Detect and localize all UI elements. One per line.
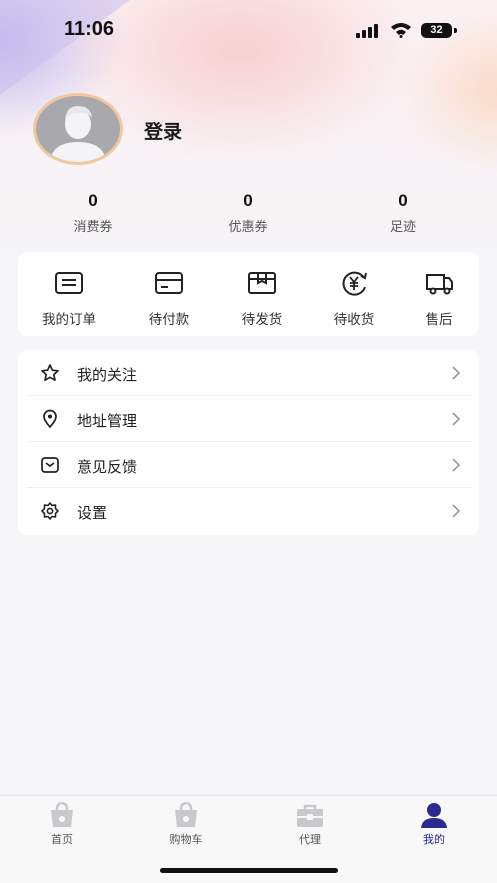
gear-icon — [41, 502, 59, 520]
order-label: 售后 — [425, 312, 453, 328]
chevron-right-icon — [452, 458, 461, 472]
feedback-icon — [41, 457, 59, 473]
stat-consumption-vouchers[interactable]: 0 消费券 — [43, 190, 143, 235]
stat-footprints[interactable]: 0 足迹 — [353, 190, 453, 235]
menu-item-feedback[interactable]: 意见反馈 — [26, 442, 471, 488]
battery-tip — [454, 28, 457, 33]
menu-item-label: 意见反馈 — [77, 458, 138, 476]
menu-item-settings[interactable]: 设置 — [26, 488, 471, 534]
avatar-placeholder — [36, 96, 120, 162]
bag-icon — [175, 802, 197, 827]
stat-label: 消费券 — [73, 220, 113, 235]
order-all-button[interactable]: 我的订单 — [29, 270, 109, 328]
order-list-icon — [55, 272, 83, 294]
stat-label: 足迹 — [389, 220, 416, 235]
stat-value: 0 — [398, 191, 408, 210]
stat-label: 优惠券 — [228, 220, 268, 235]
chevron-right-icon — [452, 366, 461, 380]
tab-mine[interactable]: 我的 — [394, 802, 474, 847]
menu-item-label: 设置 — [77, 504, 108, 522]
battery-level: 32 — [421, 23, 452, 38]
order-pending-receipt-button[interactable]: 待收货 — [314, 270, 394, 328]
menu-card: 我的关注 地址管理 意见反馈 设置 — [18, 350, 479, 535]
tab-label: 代理 — [299, 833, 321, 846]
card-icon — [155, 272, 183, 294]
status-time: 11:06 — [64, 18, 115, 40]
home-indicator — [160, 868, 338, 873]
orders-card: 我的订单 待付款 待发货 待收货 售后 — [18, 252, 479, 336]
default-user-icon — [50, 106, 106, 162]
login-link[interactable]: 登录 — [144, 117, 182, 144]
tab-label: 我的 — [423, 833, 445, 846]
cellular-signal-icon — [356, 24, 378, 38]
order-pending-shipment-button[interactable]: 待发货 — [222, 270, 302, 328]
chevron-right-icon — [452, 412, 461, 426]
star-icon — [41, 364, 59, 382]
order-label: 待收货 — [333, 312, 375, 328]
avatar[interactable] — [33, 93, 123, 165]
menu-item-label: 地址管理 — [77, 412, 138, 430]
battery-indicator: 32 — [421, 23, 457, 38]
order-label: 我的订单 — [42, 312, 96, 328]
status-bar: 11:06 32 — [0, 0, 497, 60]
order-label: 待付款 — [148, 312, 190, 328]
tab-home[interactable]: 首页 — [22, 802, 102, 847]
chevron-right-icon — [452, 504, 461, 518]
order-after-sales-button[interactable]: 售后 — [399, 270, 479, 328]
user-icon — [421, 803, 447, 828]
menu-item-my-follows[interactable]: 我的关注 — [26, 350, 471, 396]
stat-value: 0 — [88, 191, 98, 210]
tab-label: 购物车 — [169, 833, 203, 846]
box-icon — [248, 272, 276, 294]
wifi-icon — [391, 23, 411, 38]
stat-value: 0 — [243, 191, 253, 210]
menu-item-label: 我的关注 — [77, 366, 138, 384]
toolbox-icon — [297, 804, 323, 827]
tab-agent[interactable]: 代理 — [270, 802, 350, 847]
order-label: 待发货 — [241, 312, 283, 328]
yen-refresh-icon — [342, 271, 367, 296]
menu-item-address-management[interactable]: 地址管理 — [26, 396, 471, 442]
location-pin-icon — [43, 409, 57, 429]
stat-coupons[interactable]: 0 优惠券 — [198, 190, 298, 235]
truck-icon — [426, 274, 453, 295]
tab-cart[interactable]: 购物车 — [146, 802, 226, 847]
order-pending-payment-button[interactable]: 待付款 — [129, 270, 209, 328]
tab-label: 首页 — [51, 833, 73, 846]
bag-icon — [51, 802, 73, 827]
stats-row: 0 消费券 0 优惠券 0 足迹 — [0, 190, 497, 240]
